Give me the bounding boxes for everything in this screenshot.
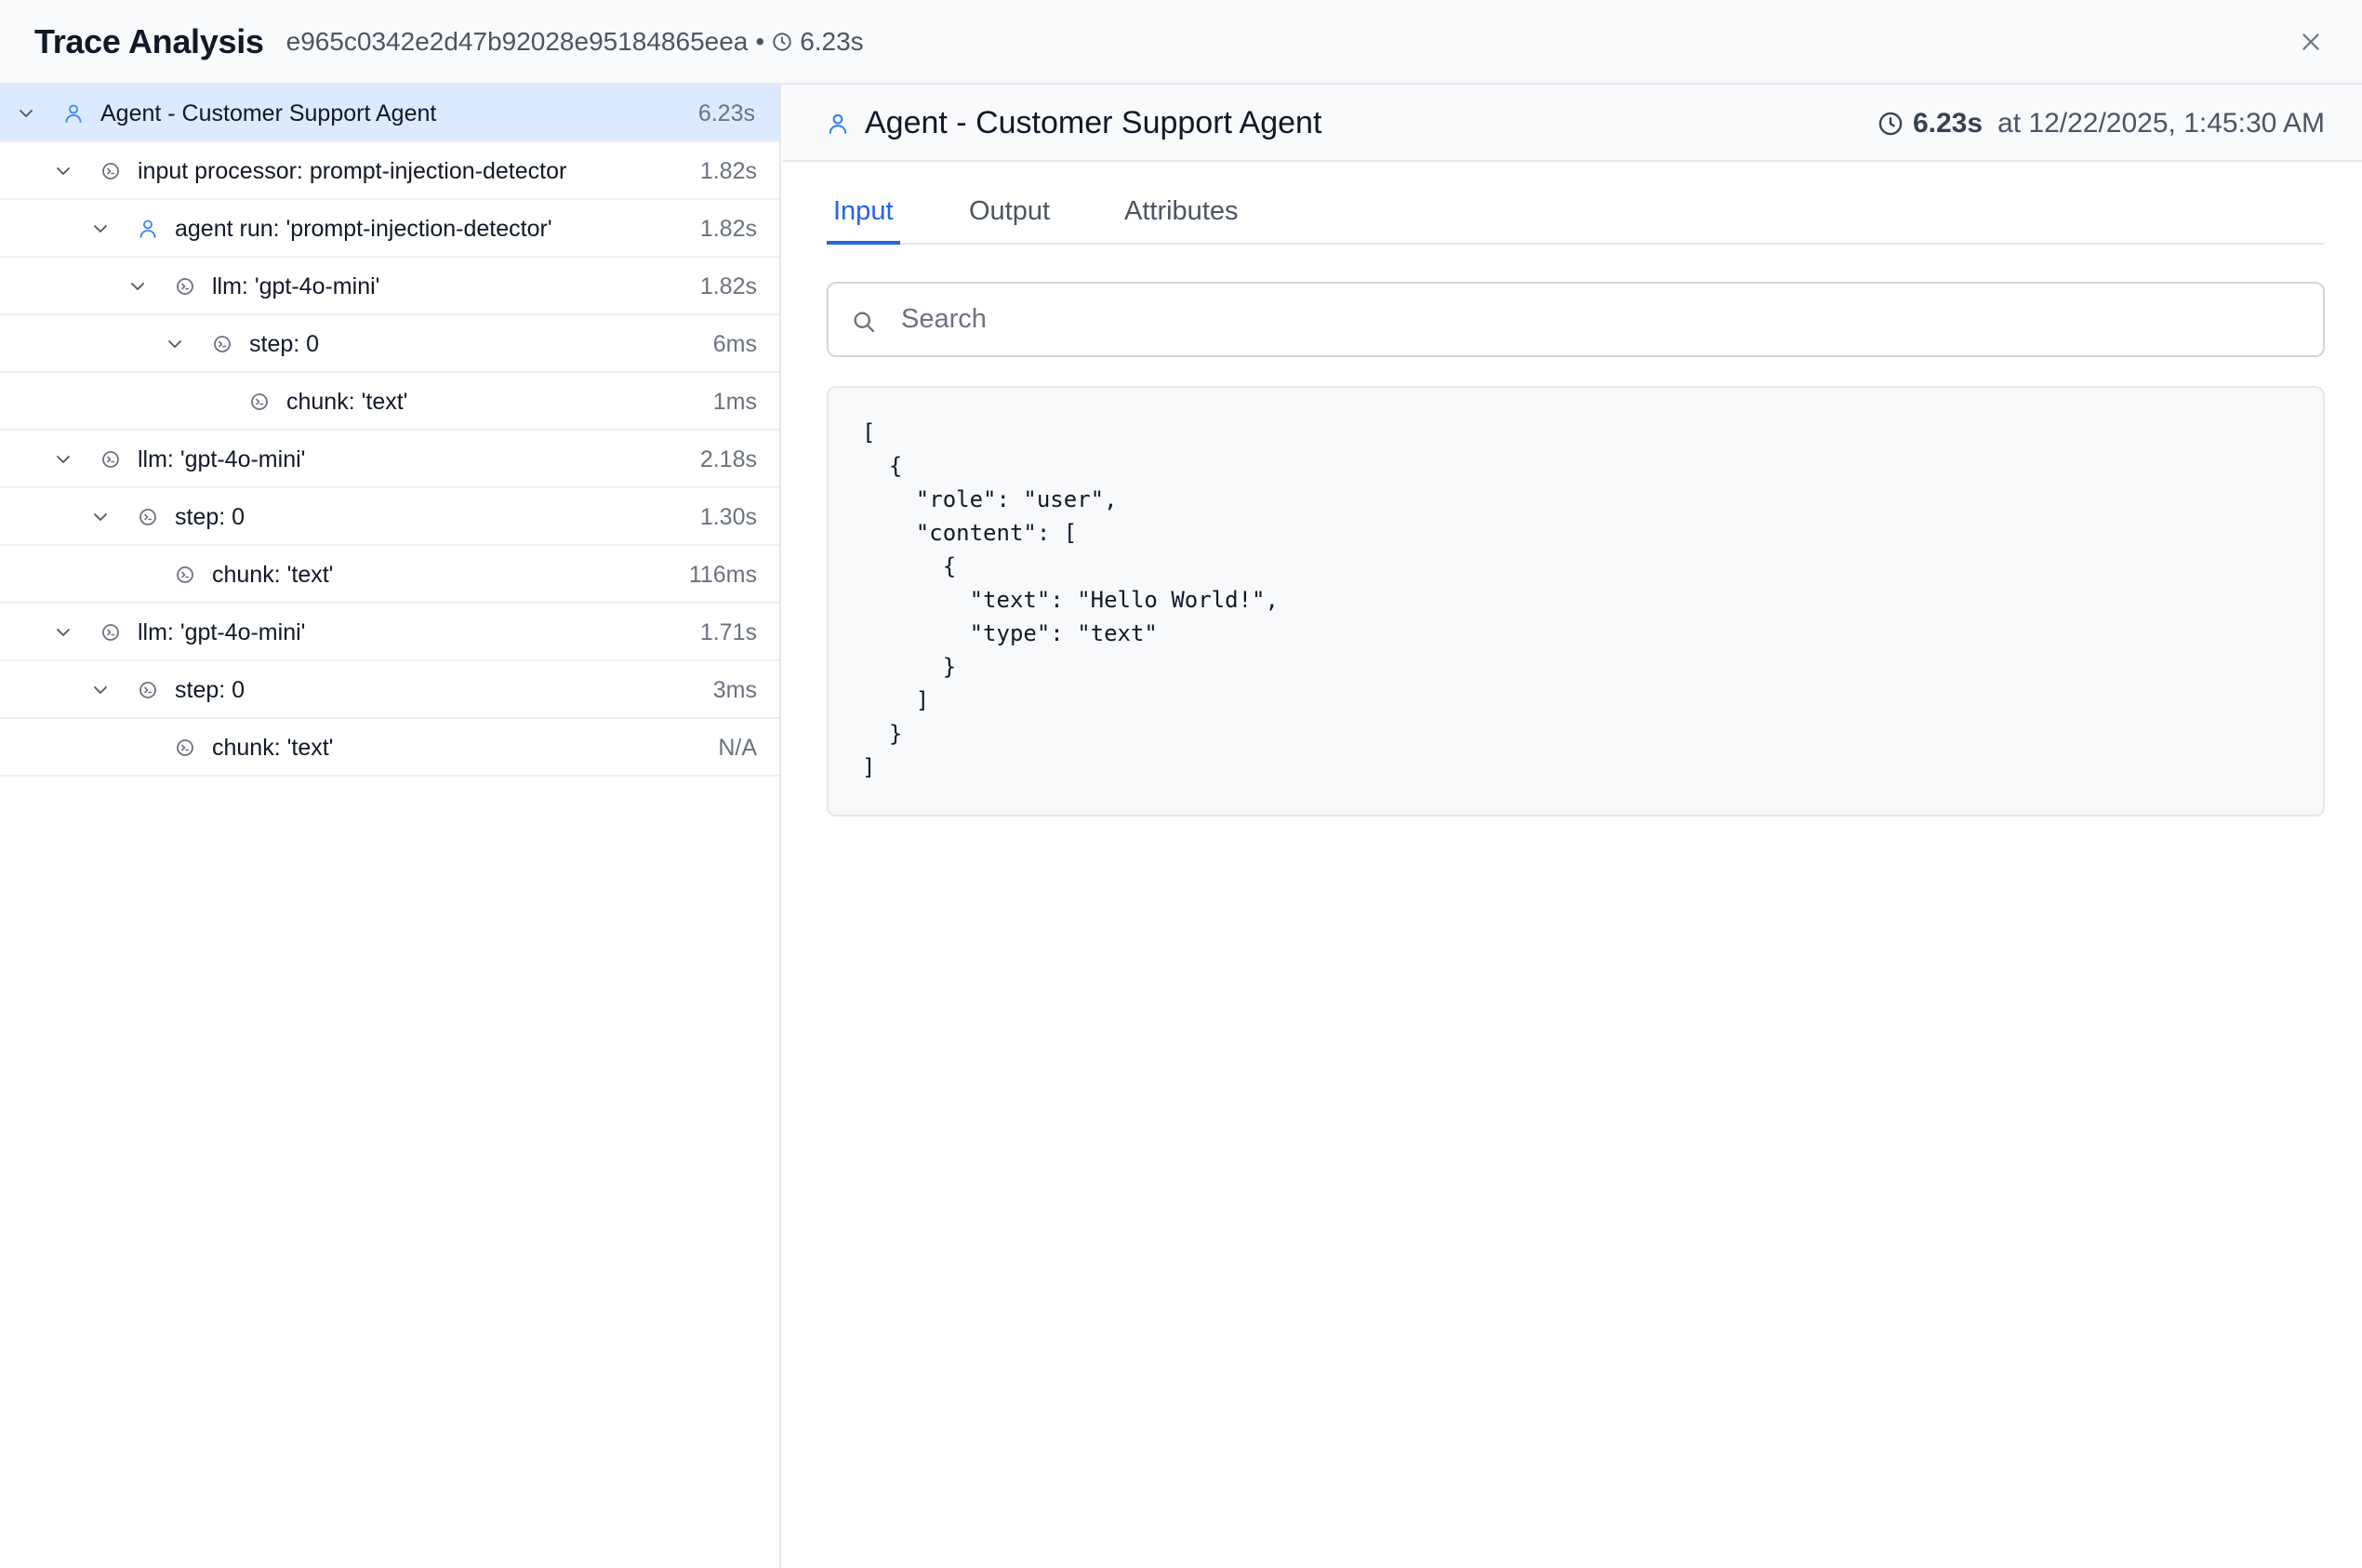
tree-row-label: chunk: 'text': [212, 735, 334, 761]
span-icon: [174, 564, 196, 586]
tree-row[interactable]: step: 0 6ms: [0, 315, 779, 373]
span-icon: [137, 506, 159, 528]
tree-row[interactable]: chunk: 'text' 116ms: [0, 546, 779, 604]
span-icon: [100, 160, 122, 182]
input-json-viewer: [ { "role": "user", "content": [ { "text…: [827, 386, 2325, 817]
tree-row-label: step: 0: [175, 504, 245, 530]
tab-input[interactable]: Input: [827, 187, 900, 245]
chevron-down-icon[interactable]: [52, 160, 74, 182]
tree-row-duration: 1ms: [712, 389, 757, 415]
span-tree: Agent - Customer Support Agent 6.23s input…: [0, 85, 781, 1568]
user-icon: [137, 218, 159, 240]
tree-row-duration: 1.82s: [699, 216, 757, 242]
page-title: Trace Analysis: [34, 21, 264, 60]
trace-id: e965c0342e2d47b92028e95184865eea: [285, 26, 749, 56]
tree-row-duration: 1.71s: [699, 619, 757, 645]
tree-row-duration: 1.30s: [699, 504, 757, 530]
tree-row-duration: 1.82s: [699, 273, 757, 299]
tree-row[interactable]: chunk: 'text' 1ms: [0, 373, 779, 431]
span-icon: [174, 737, 196, 759]
chevron-down-icon[interactable]: [89, 218, 112, 240]
close-button[interactable]: [2293, 24, 2329, 60]
user-icon: [826, 112, 850, 136]
detail-timing: 6.23s at 12/22/2025, 1:45:30 AM: [1878, 85, 2325, 162]
close-icon: [2299, 30, 2323, 54]
tree-row-label: llm: 'gpt-4o-mini': [138, 619, 306, 645]
span-icon: [174, 275, 196, 298]
tree-row-label: chunk: 'text': [286, 389, 408, 415]
span-detail-panel: Agent - Customer Support Agent 6.23s at …: [783, 85, 2362, 1568]
tree-row-duration: 3ms: [712, 677, 757, 703]
tree-row[interactable]: step: 0 1.30s: [0, 488, 779, 546]
tree-row[interactable]: llm: 'gpt-4o-mini' 1.71s: [0, 604, 779, 661]
search-icon: [851, 309, 877, 335]
tree-row[interactable]: llm: 'gpt-4o-mini' 2.18s: [0, 431, 779, 488]
tree-row-duration: 6ms: [712, 331, 757, 357]
span-icon: [211, 333, 233, 355]
tree-row-duration: N/A: [718, 735, 757, 761]
tree-row-label: chunk: 'text': [212, 562, 334, 588]
clock-icon: [1878, 111, 1904, 137]
tree-row[interactable]: input processor: prompt-injection-detect…: [0, 142, 779, 200]
tree-row-label: llm: 'gpt-4o-mini': [212, 273, 380, 299]
span-icon: [100, 448, 122, 471]
tree-row[interactable]: step: 0 3ms: [0, 661, 779, 719]
chevron-down-icon[interactable]: [15, 102, 37, 125]
tree-row[interactable]: agent run: 'prompt-injection-detector' 1.…: [0, 200, 779, 258]
chevron-down-icon[interactable]: [52, 621, 74, 644]
meta-separator: •: [755, 26, 765, 56]
tree-row-label: input processor: prompt-injection-detect…: [138, 158, 567, 184]
tree-row-label: step: 0: [175, 677, 245, 703]
tab-attributes[interactable]: Attributes: [1124, 187, 1239, 245]
detail-title: Agent - Customer Support Agent: [865, 105, 1322, 140]
detail-tabs: Input Output Attributes: [827, 187, 2325, 245]
tree-row-label: step: 0: [249, 331, 320, 357]
app-header: Trace Analysis e965c0342e2d47b92028e9518…: [0, 0, 2362, 85]
tree-row-duration: 2.18s: [699, 446, 757, 472]
user-icon: [62, 102, 85, 125]
span-icon: [100, 621, 122, 644]
span-icon: [248, 391, 271, 413]
tree-row[interactable]: llm: 'gpt-4o-mini' 1.82s: [0, 258, 779, 315]
tree-row[interactable]: chunk: 'text' N/A: [0, 719, 779, 777]
chevron-down-icon[interactable]: [52, 448, 74, 471]
span-icon: [137, 679, 159, 701]
chevron-down-icon[interactable]: [89, 506, 112, 528]
chevron-down-icon[interactable]: [126, 275, 149, 298]
chevron-down-icon[interactable]: [89, 679, 112, 701]
tree-row-duration: 1.82s: [699, 158, 757, 184]
clock-icon: [772, 32, 792, 52]
tab-output[interactable]: Output: [969, 187, 1050, 245]
detail-timestamp: at 12/22/2025, 1:45:30 AM: [1997, 108, 2325, 139]
detail-duration: 6.23s: [1912, 108, 1984, 139]
tree-row-label: llm: 'gpt-4o-mini': [138, 446, 306, 472]
tree-row-duration: 6.23s: [697, 100, 755, 126]
search-box: [827, 282, 2325, 357]
search-input[interactable]: [901, 284, 2296, 355]
tree-row[interactable]: Agent - Customer Support Agent 6.23s: [0, 85, 779, 142]
trace-meta: e965c0342e2d47b92028e95184865eea • 6.23s: [286, 27, 864, 57]
chevron-down-icon[interactable]: [164, 333, 186, 355]
tree-row-label: agent run: 'prompt-injection-detector': [175, 216, 552, 242]
tree-row-label: Agent - Customer Support Agent: [100, 100, 437, 126]
trace-duration: 6.23s: [800, 26, 864, 56]
tree-row-duration: 116ms: [688, 562, 757, 588]
detail-header: Agent - Customer Support Agent 6.23s at …: [783, 85, 2362, 162]
input-json: [ { "role": "user", "content": [ { "text…: [862, 419, 1279, 780]
